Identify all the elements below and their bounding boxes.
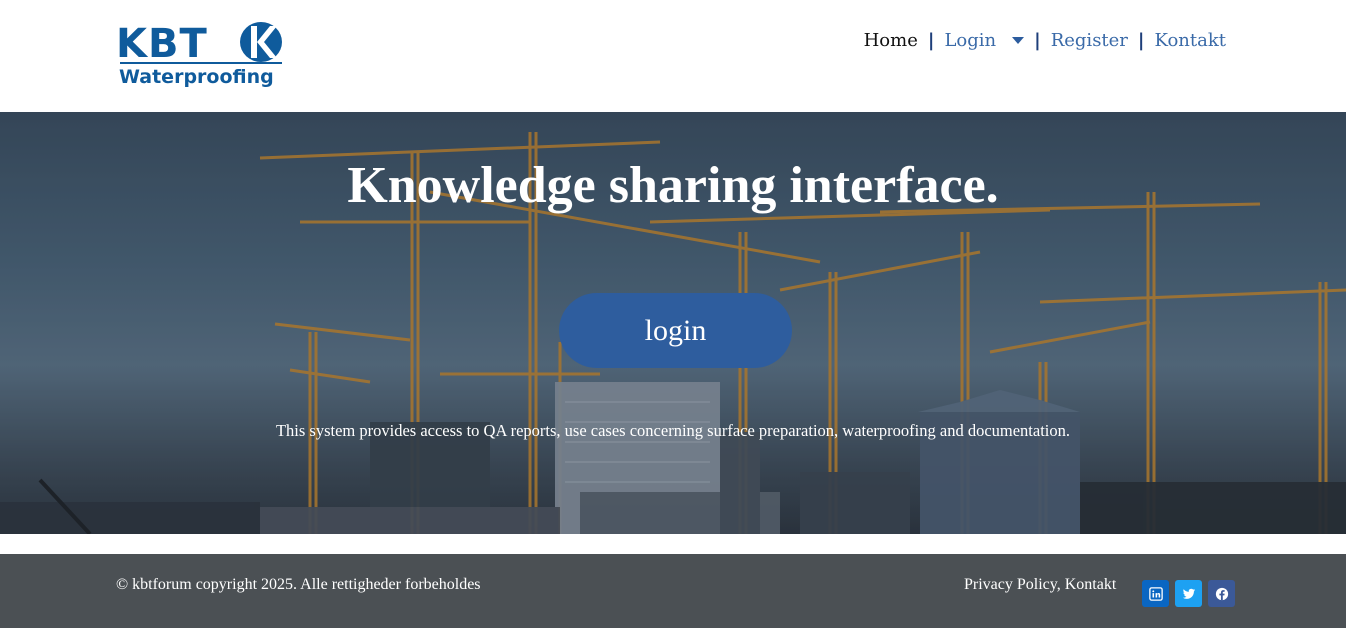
copyright-text: © kbtforum copyright 2025. Alle rettighe…	[116, 576, 481, 593]
nav-kontakt[interactable]: Kontakt	[1155, 30, 1227, 51]
twitter-button[interactable]	[1175, 580, 1202, 607]
site-logo[interactable]: KBT Waterproofing	[116, 18, 288, 94]
site-header: KBT Waterproofing Home | Login | Registe…	[0, 0, 1346, 112]
logo-underline	[120, 62, 282, 64]
hero-title: Knowledge sharing interface.	[347, 157, 999, 214]
linkedin-icon	[1148, 586, 1163, 601]
footer-links: Privacy Policy, Kontakt	[964, 576, 1116, 594]
hero-section: Knowledge sharing interface. login This …	[0, 112, 1346, 534]
main-nav: Home | Login | Register | Kontakt	[864, 30, 1226, 51]
facebook-icon	[1215, 587, 1228, 600]
footer-kontakt-link[interactable]: Kontakt	[1065, 576, 1117, 593]
footer-link-separator: ,	[1056, 576, 1065, 593]
nav-register[interactable]: Register	[1051, 30, 1128, 51]
site-footer: © kbtforum copyright 2025. Alle rettighe…	[0, 554, 1346, 628]
nav-separator: |	[1137, 30, 1145, 51]
hero-description: This system provides access to QA report…	[275, 421, 1071, 440]
logo-k-mark-icon	[240, 22, 282, 62]
login-button[interactable]: login	[559, 293, 792, 368]
nav-separator: |	[1034, 30, 1041, 51]
nav-login[interactable]: Login	[944, 30, 996, 51]
logo-waterproofing-text: Waterproofing	[119, 66, 274, 88]
nav-home[interactable]: Home	[864, 30, 918, 51]
logo-kbt-text: KBT	[116, 21, 208, 67]
linkedin-button[interactable]	[1142, 580, 1169, 607]
chevron-down-icon[interactable]	[1012, 37, 1025, 44]
facebook-button[interactable]	[1208, 580, 1235, 607]
privacy-policy-link[interactable]: Privacy Policy	[964, 576, 1057, 593]
twitter-icon	[1182, 588, 1195, 599]
nav-separator: |	[927, 30, 935, 51]
